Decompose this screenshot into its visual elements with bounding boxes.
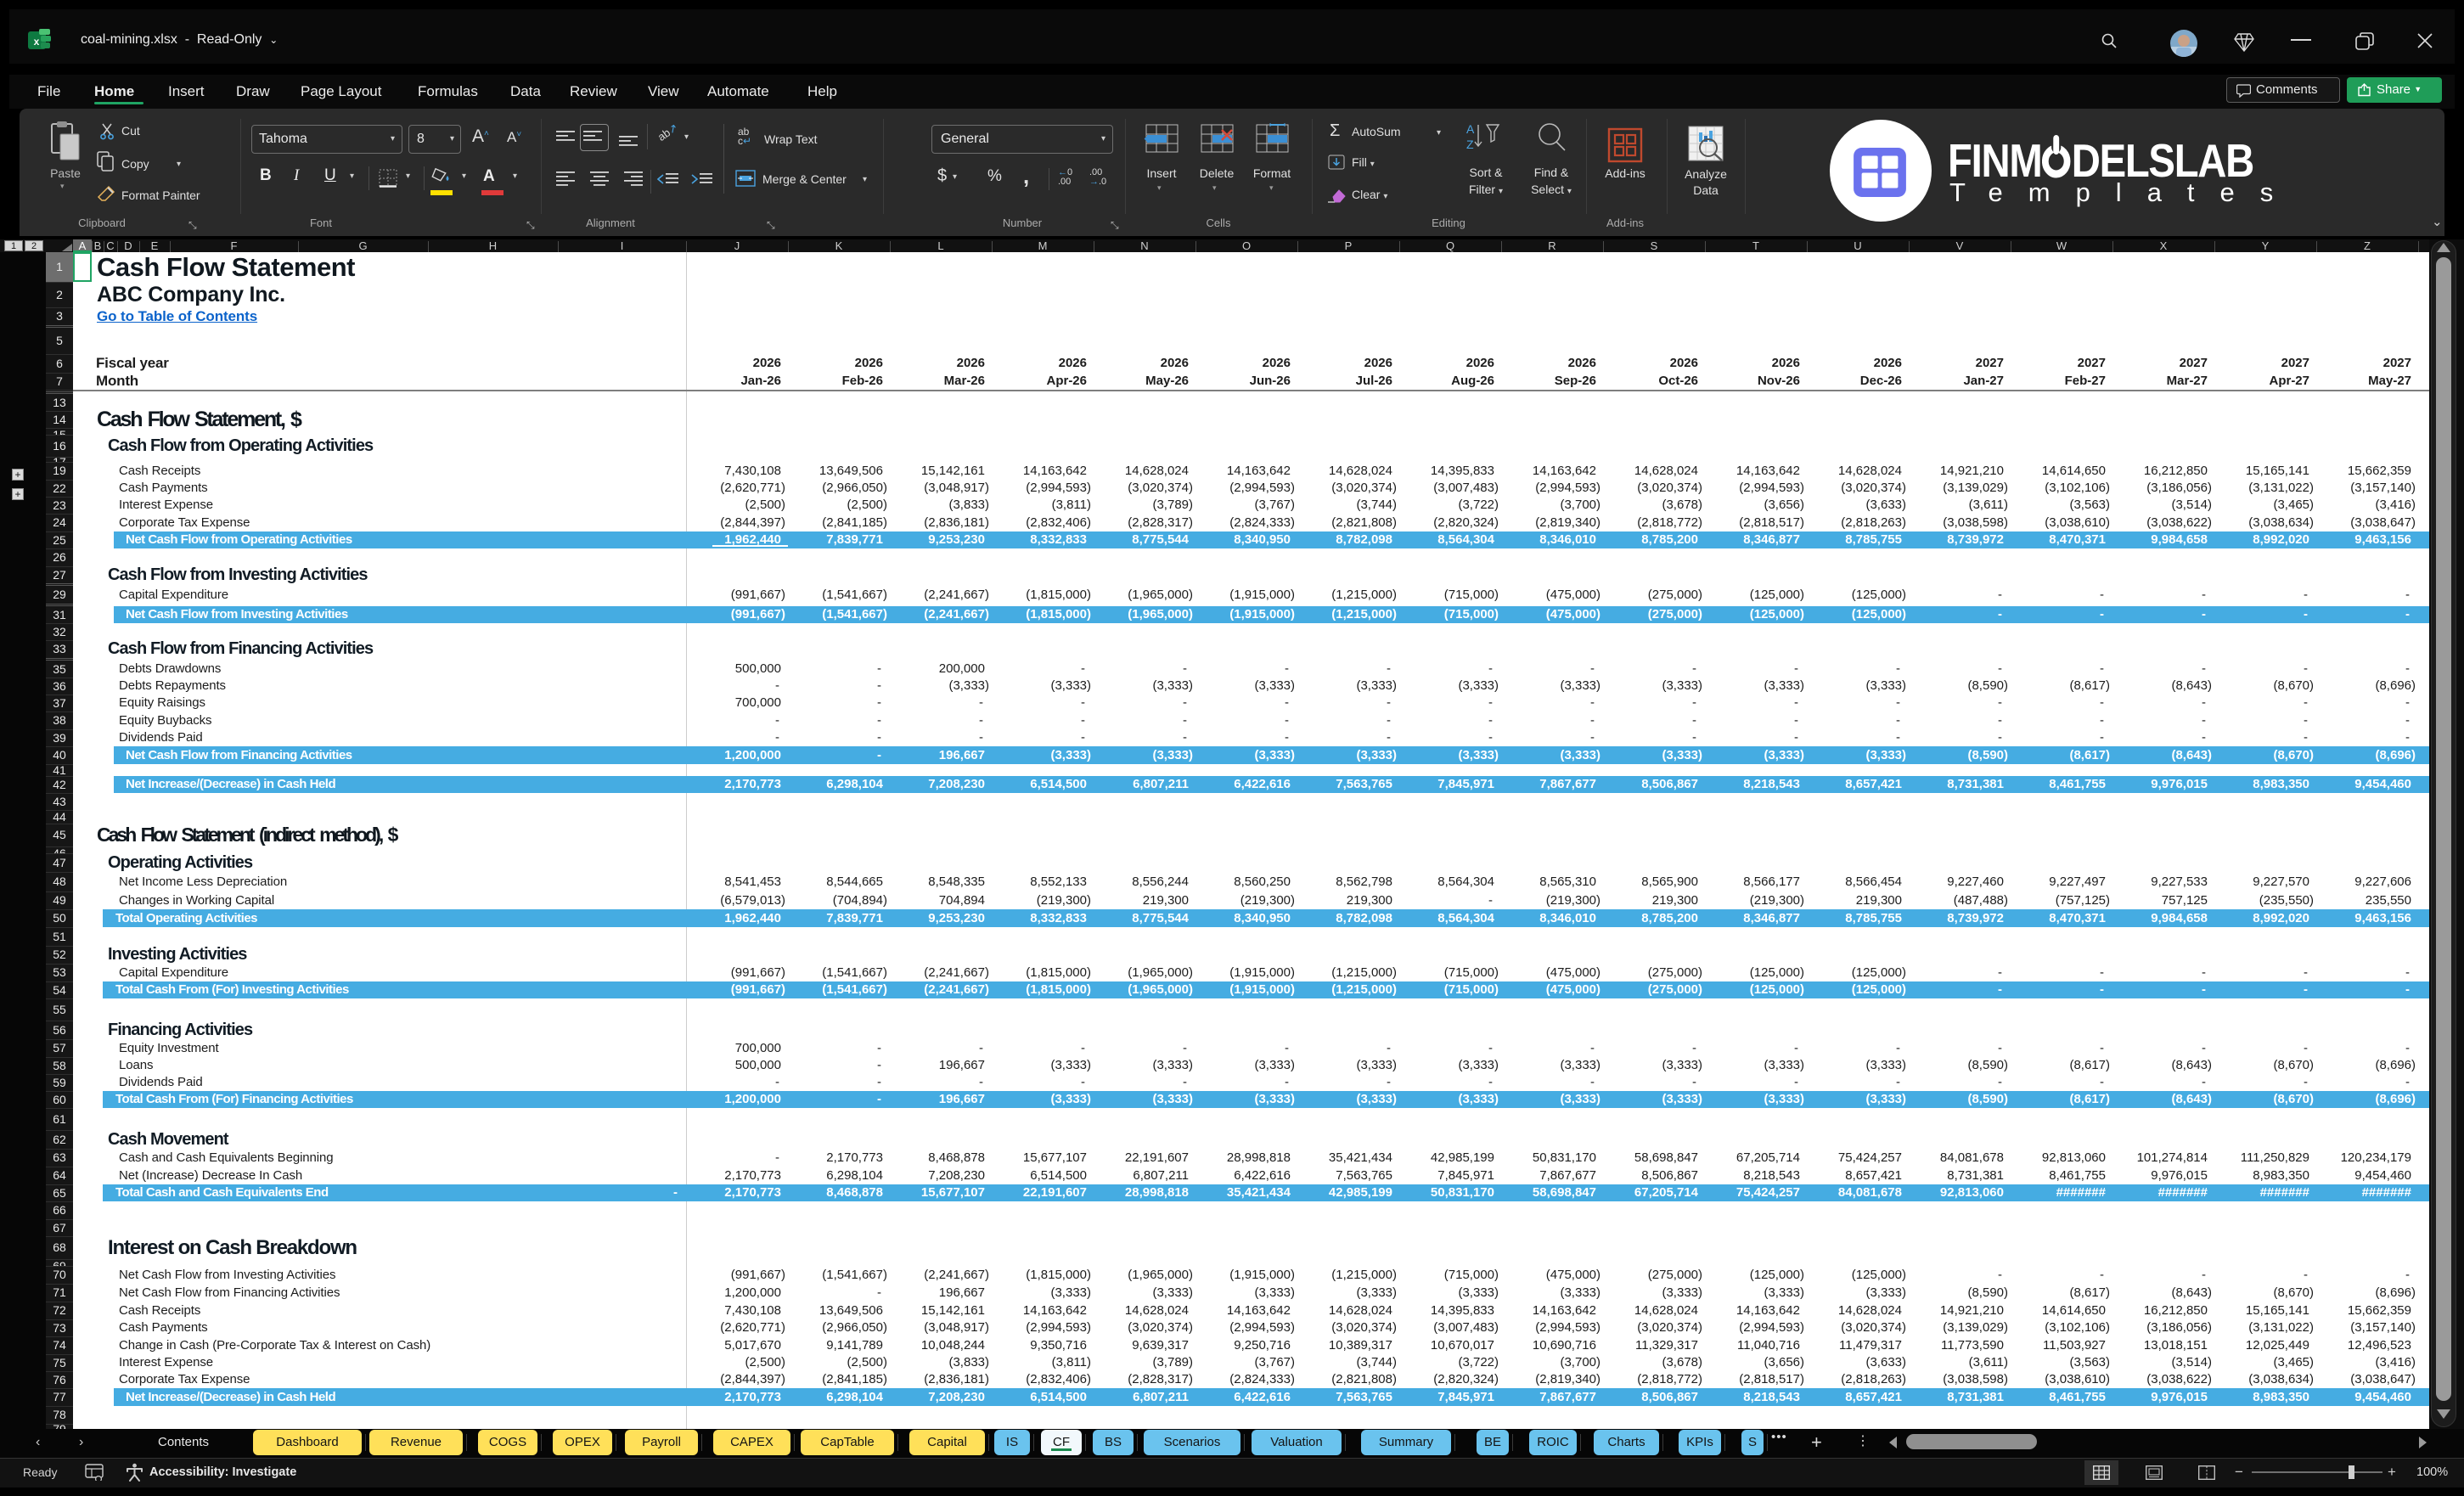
svg-text:x: x <box>34 36 40 48</box>
svg-text:Z: Z <box>1466 138 1474 151</box>
svg-text:A: A <box>1466 122 1475 136</box>
